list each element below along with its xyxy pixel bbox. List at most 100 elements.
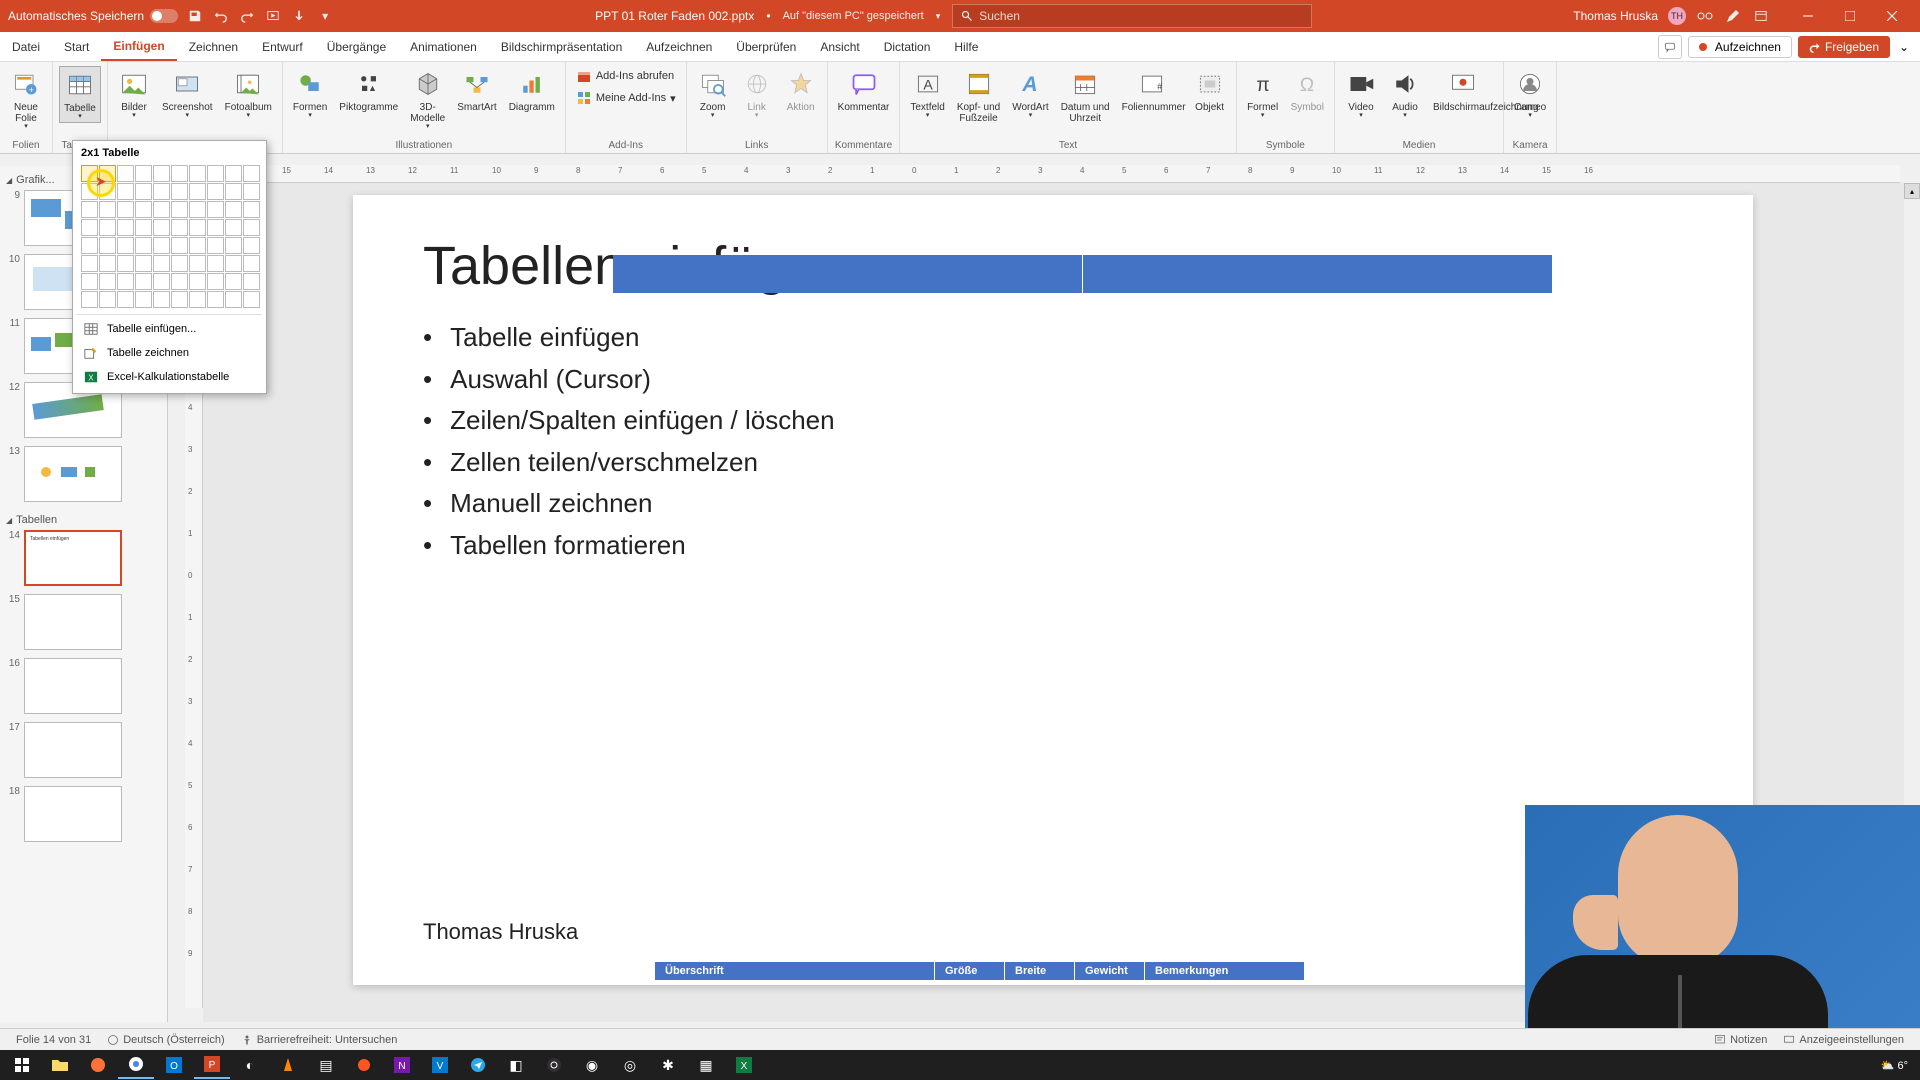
vscode-icon[interactable]: V bbox=[422, 1051, 458, 1079]
autosave-toggle[interactable]: Automatisches Speichern bbox=[8, 9, 178, 23]
slide-thumbnail[interactable] bbox=[24, 786, 122, 842]
slide-body-text[interactable]: Tabelle einfügen Auswahl (Cursor) Zeilen… bbox=[423, 317, 1683, 567]
table-insert-dropdown[interactable]: 2x1 Tabelle ➤ Tabelle einfügen... Tabell… bbox=[72, 140, 267, 394]
table-grid-cell[interactable] bbox=[243, 237, 260, 254]
table-grid-cell[interactable] bbox=[225, 273, 242, 290]
table-grid-cell[interactable] bbox=[189, 255, 206, 272]
touch-mode-icon[interactable] bbox=[290, 7, 308, 25]
comments-pane-icon[interactable] bbox=[1658, 35, 1682, 59]
app-icon[interactable]: ✱ bbox=[650, 1051, 686, 1079]
slide-thumbnail[interactable] bbox=[24, 658, 122, 714]
pictures-button[interactable]: Bilder▾ bbox=[114, 66, 154, 121]
audio-button[interactable]: Audio▾ bbox=[1385, 66, 1425, 121]
table-grid-cell[interactable] bbox=[225, 183, 242, 200]
table-grid-cell[interactable] bbox=[189, 273, 206, 290]
table-grid-cell[interactable] bbox=[117, 201, 134, 218]
table-grid-cell[interactable] bbox=[153, 183, 170, 200]
table-grid-cell[interactable] bbox=[225, 291, 242, 308]
file-explorer-icon[interactable] bbox=[42, 1051, 78, 1079]
table-grid-cell[interactable] bbox=[117, 255, 134, 272]
tab-aufzeichnen[interactable]: Aufzeichnen bbox=[634, 32, 724, 61]
table-grid-cell[interactable] bbox=[81, 237, 98, 254]
table-grid-cell[interactable] bbox=[135, 237, 152, 254]
chart-button[interactable]: Diagramm bbox=[505, 66, 559, 115]
table-grid-cell[interactable] bbox=[135, 201, 152, 218]
table-grid-cell[interactable] bbox=[189, 219, 206, 236]
screenshot-button[interactable]: Screenshot▾ bbox=[158, 66, 217, 121]
slide-number-button[interactable]: #Foliennummer bbox=[1118, 66, 1186, 115]
table-grid-cell[interactable] bbox=[189, 183, 206, 200]
table-grid-cell[interactable] bbox=[243, 183, 260, 200]
action-button[interactable]: Aktion bbox=[781, 66, 821, 115]
table-grid-cell[interactable] bbox=[135, 165, 152, 182]
table-grid-cell[interactable] bbox=[243, 165, 260, 182]
table-grid-cell[interactable] bbox=[171, 165, 188, 182]
table-grid-cell[interactable] bbox=[153, 219, 170, 236]
tab-animR[interactable]: Animationen bbox=[398, 32, 489, 61]
outlook-icon[interactable]: O bbox=[156, 1051, 192, 1079]
table-grid-cell[interactable] bbox=[153, 291, 170, 308]
app-icon[interactable] bbox=[346, 1051, 382, 1079]
tab-uebergaenge[interactable]: Übergänge bbox=[315, 32, 398, 61]
slide-counter[interactable]: Folie 14 von 31 bbox=[8, 1034, 99, 1046]
table-grid-cell[interactable] bbox=[99, 219, 116, 236]
save-icon[interactable] bbox=[186, 7, 204, 25]
table-grid-cell[interactable] bbox=[225, 201, 242, 218]
table-grid-cell[interactable] bbox=[81, 273, 98, 290]
tab-datei[interactable]: Datei bbox=[0, 32, 52, 61]
cameo-button[interactable]: Cameo▾ bbox=[1510, 66, 1550, 121]
my-addins-button[interactable]: Meine Add-Ins ▾ bbox=[572, 88, 680, 108]
search-input[interactable] bbox=[979, 9, 1303, 23]
zoom-button[interactable]: Zoom▾ bbox=[693, 66, 733, 121]
windows-taskbar[interactable]: O P ◐ ▤ N V ◧ ◉ ◎ ✱ ▦ X ⛅ 6° bbox=[0, 1050, 1920, 1080]
table-grid-cell[interactable] bbox=[225, 255, 242, 272]
table-grid-cell[interactable] bbox=[189, 165, 206, 182]
app-icon[interactable]: ◎ bbox=[612, 1051, 648, 1079]
draw-table-menu-item[interactable]: Tabelle zeichnen bbox=[77, 341, 262, 365]
table-grid-cell[interactable] bbox=[207, 219, 224, 236]
table-grid-cell[interactable] bbox=[243, 255, 260, 272]
table-grid-cell[interactable] bbox=[99, 183, 116, 200]
pen-icon[interactable] bbox=[1724, 7, 1742, 25]
table-grid-cell[interactable] bbox=[99, 255, 116, 272]
screen-recording-button[interactable]: Bildschirmaufzeichnung bbox=[1429, 66, 1497, 115]
obs-icon[interactable] bbox=[536, 1051, 572, 1079]
table-grid-cell[interactable] bbox=[207, 165, 224, 182]
table-grid-cell[interactable] bbox=[81, 165, 98, 182]
onenote-icon[interactable]: N bbox=[384, 1051, 420, 1079]
start-button[interactable] bbox=[4, 1051, 40, 1079]
coming-soon-icon[interactable] bbox=[1696, 7, 1714, 25]
excel-icon[interactable]: X bbox=[726, 1051, 762, 1079]
accessibility-checker[interactable]: Barrierefreiheit: Untersuchen bbox=[233, 1034, 406, 1046]
table-grid-cell[interactable] bbox=[81, 183, 98, 200]
table-grid-cell[interactable] bbox=[189, 201, 206, 218]
symbol-button[interactable]: ΩSymbol bbox=[1287, 66, 1328, 115]
table-grid-cell[interactable] bbox=[207, 237, 224, 254]
table-grid-cell[interactable] bbox=[207, 291, 224, 308]
firefox-icon[interactable] bbox=[80, 1051, 116, 1079]
slide-thumbnail[interactable] bbox=[24, 722, 122, 778]
search-box[interactable] bbox=[952, 4, 1312, 28]
table-grid-cell[interactable] bbox=[171, 219, 188, 236]
table-grid-cell[interactable] bbox=[117, 291, 134, 308]
table-grid-cell[interactable] bbox=[99, 165, 116, 182]
notes-toggle[interactable]: Notizen bbox=[1706, 1034, 1775, 1046]
username-label[interactable]: Thomas Hruska bbox=[1573, 9, 1658, 23]
object-button[interactable]: Objekt bbox=[1190, 66, 1230, 115]
chrome-icon[interactable] bbox=[118, 1051, 154, 1079]
table-grid-cell[interactable] bbox=[153, 165, 170, 182]
table-grid-cell[interactable] bbox=[243, 219, 260, 236]
table-grid-cell[interactable] bbox=[243, 201, 260, 218]
table-grid-cell[interactable] bbox=[81, 201, 98, 218]
toggle-switch-icon[interactable] bbox=[150, 9, 178, 23]
tab-start[interactable]: Start bbox=[52, 32, 101, 61]
tab-entwurf[interactable]: Entwurf bbox=[250, 32, 315, 61]
3d-models-button[interactable]: 3D- Modelle▾ bbox=[406, 66, 449, 132]
table-grid-cell[interactable] bbox=[171, 255, 188, 272]
header-footer-button[interactable]: Kopf- und Fußzeile bbox=[953, 66, 1004, 126]
table-grid-cell[interactable] bbox=[117, 237, 134, 254]
table-grid-cell[interactable] bbox=[207, 273, 224, 290]
table-grid-cell[interactable] bbox=[135, 291, 152, 308]
tab-einfuegen[interactable]: Einfügen bbox=[101, 32, 176, 61]
share-button[interactable]: Freigeben bbox=[1798, 36, 1890, 58]
